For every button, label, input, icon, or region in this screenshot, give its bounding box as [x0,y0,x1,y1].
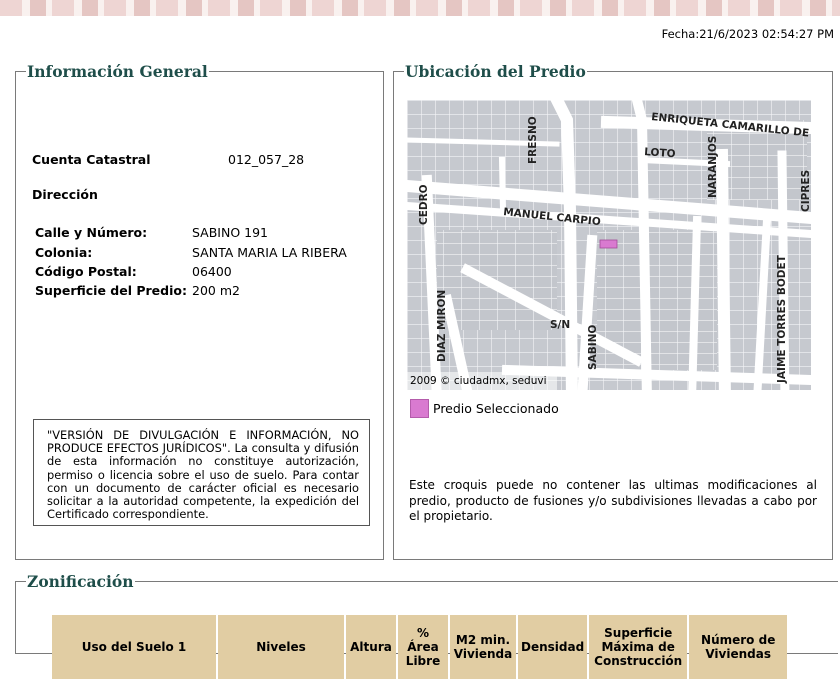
map-label-cipres: CIPRES [800,170,811,212]
col-niveles: Niveles [218,615,344,679]
map-label-sabino: SABINO [587,325,599,370]
predio-seleccionado-label: Predio Seleccionado [433,401,559,416]
ubicacion-predio-panel: Ubicación del Predio ENRIQUETA CAMARILLO… [393,62,833,560]
col-superficie-maxima: Superficie Máxima de Construcción [589,615,688,679]
col-altura: Altura [346,615,396,679]
map-label-loto: LOTO [644,146,676,160]
zonificacion-table: Uso del Suelo 1 Niveles Altura % Área Li… [50,613,789,681]
map-label-diaz-miron: DIAZ MIRON [436,290,448,362]
colonia-value: SANTA MARIA LA RIBERA [192,245,347,260]
map-label-jaime-torres-bodet: JAIME TORRES BODET [776,254,788,384]
map-copyright: 2009 © ciudadmx, seduvi [410,375,547,387]
informacion-general-title: Información General [27,62,208,81]
codigo-postal-value: 06400 [192,264,232,279]
predio-seleccionado-marker [599,239,618,249]
calle-numero-value: SABINO 191 [192,225,269,240]
direccion-label: Dirección [32,187,98,202]
zonificacion-panel: Zonificación Uso del Suelo 1 Niveles Alt… [15,572,838,679]
informacion-general-panel: Información General Cuenta Catastral 012… [15,62,384,560]
map-label-fresno: FRESNO [527,116,539,164]
col-numero-viviendas: Número de Viviendas [689,615,788,679]
col-uso-suelo: Uso del Suelo 1 [52,615,216,679]
col-area-libre: % Área Libre [398,615,448,679]
disclaimer-box: "VERSIÓN DE DIVULGACIÓN E INFORMACIÓN, N… [33,419,370,527]
ubicacion-predio-title: Ubicación del Predio [405,62,586,81]
codigo-postal-label: Código Postal: [35,264,137,279]
col-m2-min-vivienda: M2 min. Vivienda [450,615,516,679]
zonificacion-title: Zonificación [27,572,134,591]
zonificacion-header-row: Uso del Suelo 1 Niveles Altura % Área Li… [52,615,788,679]
top-banner [0,0,840,16]
croquis-note: Este croquis puede no contener las ultim… [409,478,817,523]
col-densidad: Densidad [518,615,588,679]
superficie-label: Superficie del Predio: [35,283,187,298]
location-map[interactable]: ENRIQUETA CAMARILLO DE FRESNO LOTO NARAN… [407,100,811,390]
superficie-value: 200 m2 [192,283,240,298]
map-label-cedro: CEDRO [418,184,430,225]
fecha-timestamp: Fecha:21/6/2023 02:54:27 PM [661,27,834,41]
cuenta-catastral-label: Cuenta Catastral [32,152,151,167]
map-label-naranjos: NARANJOS [707,136,719,198]
calle-numero-label: Calle y Número: [35,225,148,240]
colonia-label: Colonia: [35,245,93,260]
cuenta-catastral-value: 012_057_28 [228,152,305,167]
map-label-sn: S/N [550,319,570,331]
predio-seleccionado-swatch [410,399,429,418]
